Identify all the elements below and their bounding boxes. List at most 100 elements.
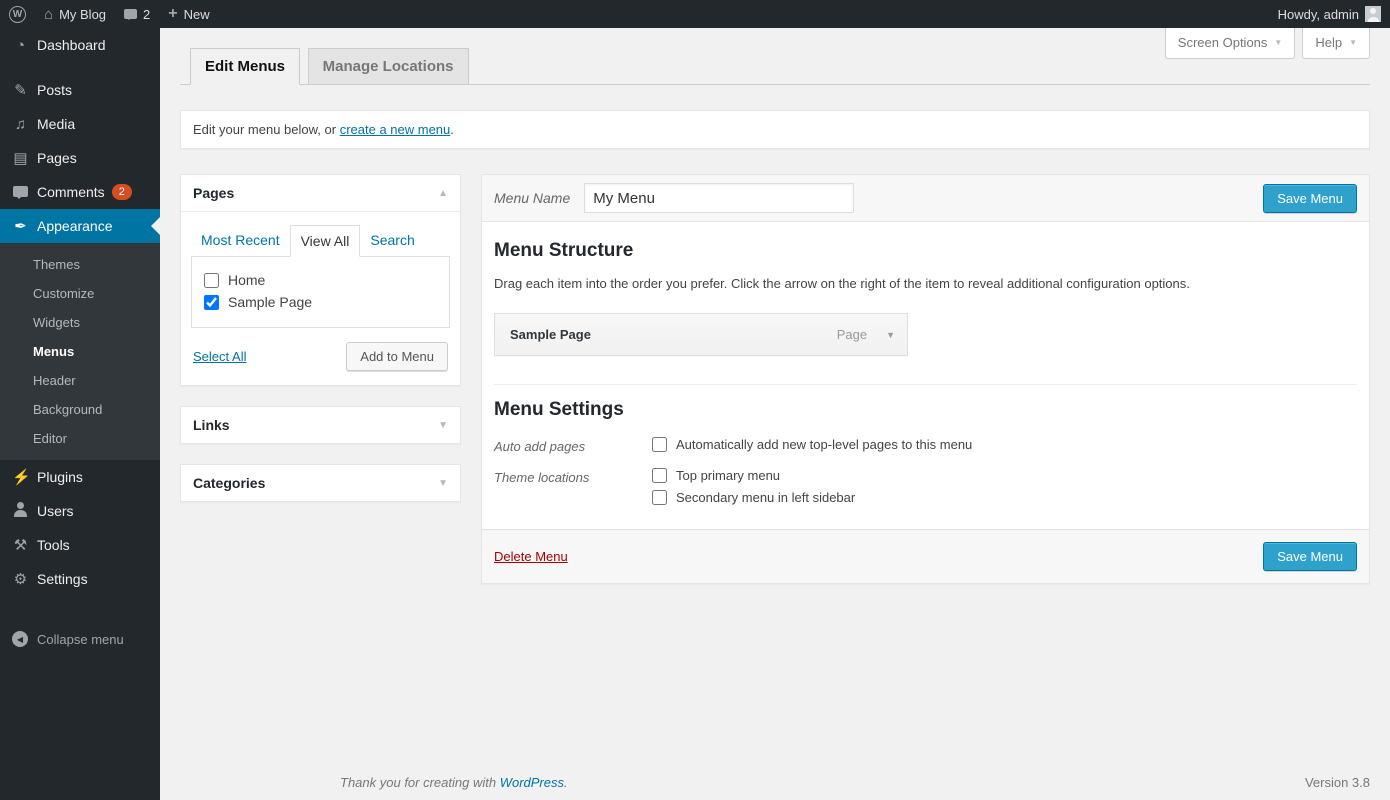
new-label: New [183,6,210,22]
submenu-item-editor[interactable]: Editor [0,424,160,453]
location-top-primary-option[interactable]: Top primary menu [652,468,855,483]
my-account-button[interactable]: Howdy, admin [1269,0,1390,28]
sidebar-item-label: Dashboard [37,37,106,53]
tab-edit-menus[interactable]: Edit Menus [190,48,301,85]
sidebar-item-label: Posts [37,82,73,98]
sliders-icon: ⚙ [13,570,28,588]
sidebar-item-tools[interactable]: ⚒ Tools [0,528,160,562]
paintbrush-icon: ✒ [14,217,27,235]
links-panel-header[interactable]: Links ▼ [181,407,460,443]
categories-panel-header[interactable]: Categories ▼ [181,465,460,501]
menus-page: Edit Menus Manage Locations Edit your me… [160,28,1390,704]
submenu-item-header[interactable]: Header [0,366,160,395]
menu-name-bar: Menu Name Save Menu [482,175,1369,222]
page-checkbox-home[interactable] [204,272,219,288]
stacked-pages-icon: ▤ [13,149,28,167]
theme-locations-label: Theme locations [494,470,590,485]
help-label: Help [1315,35,1343,50]
auto-add-pages-option[interactable]: Automatically add new top-level pages to… [652,437,972,452]
submenu-item-menus[interactable]: Menus [0,337,160,366]
collapse-menu-button[interactable]: ◀ Collapse menu [0,622,160,656]
screen-meta-links: Screen Options ▼ Help ▼ [1164,28,1370,59]
menu-structure-help: Drag each item into the order you prefer… [494,276,1190,291]
comment-count: 2 [143,6,151,22]
create-new-menu-link[interactable]: create a new menu [340,122,451,137]
sidebar-item-posts[interactable]: ✎ Posts [0,73,160,107]
collapse-up-arrow-icon[interactable]: ▲ [438,188,448,199]
categories-panel-title: Categories [193,475,266,491]
new-content-button[interactable]: + New [159,0,218,28]
page-checkbox-row[interactable]: Home [204,269,449,291]
tab-manage-locations[interactable]: Manage Locations [307,48,469,84]
footer-thanks: Thank you for creating with WordPress. [340,775,568,790]
menu-structure-title: Menu Structure [494,240,634,261]
save-menu-button-top[interactable]: Save Menu [1263,183,1357,213]
links-panel-title: Links [193,417,230,433]
sidebar-item-label: Media [37,116,76,132]
sidebar-item-label: Settings [37,571,88,587]
wrench-icon: ⚒ [13,536,28,554]
pages-panel-header[interactable]: Pages ▲ [181,175,460,212]
delete-menu-link[interactable]: Delete Menu [494,549,568,564]
menu-item-expand-arrow-icon[interactable]: ▼ [886,330,895,340]
footer-thanks-period: . [564,775,568,790]
expand-down-arrow-icon[interactable]: ▼ [438,420,448,431]
save-menu-button-bottom[interactable]: Save Menu [1263,542,1357,571]
wordpress-link[interactable]: WordPress [500,775,564,790]
user-avatar [1365,6,1381,22]
comment-bubble-icon [124,9,138,20]
location-top-primary-checkbox[interactable] [652,468,667,483]
plus-icon: + [168,5,178,22]
page-checkbox-sample-page[interactable] [204,294,219,310]
tab-search[interactable]: Search [360,225,424,257]
pages-panel: Pages ▲ Most Recent View All Search Home… [180,174,461,386]
sidebar-item-pages[interactable]: ▤ Pages [0,141,160,175]
pushpin-icon: ✎ [14,81,27,99]
visit-site-link[interactable]: ⌂ My Blog [35,0,115,28]
tab-view-all[interactable]: View All [289,225,361,257]
pages-checklist: Home Sample Page [191,256,450,328]
sidebar-item-media[interactable]: ♫ Media [0,107,160,141]
plug-icon: ⚡ [12,468,31,486]
comment-bubble-icon [12,185,29,200]
menu-name-input[interactable] [584,183,855,213]
page-checkbox-row[interactable]: Sample Page [204,291,449,313]
person-icon [12,502,29,520]
sidebar-item-comments[interactable]: Comments 2 [0,175,160,209]
sidebar-item-settings[interactable]: ⚙ Settings [0,562,160,596]
sidebar-item-label: Tools [37,537,70,553]
menu-editor-column: Menu Name Save Menu Menu Structure Drag … [481,174,1370,584]
screen-options-button[interactable]: Screen Options ▼ [1164,28,1296,59]
select-all-link[interactable]: Select All [193,349,246,364]
submenu-item-widgets[interactable]: Widgets [0,308,160,337]
sidebar-item-users[interactable]: Users [0,494,160,528]
sidebar-item-label: Plugins [37,469,83,485]
submenu-item-background[interactable]: Background [0,395,160,424]
sidebar-item-dashboard[interactable]: ◔ Dashboard [0,28,160,62]
links-panel: Links ▼ [180,406,461,444]
pages-panel-title: Pages [193,185,235,201]
auto-add-pages-row: Auto add pages Automatically add new top… [494,437,1357,454]
sidebar-separator [0,62,160,73]
media-music-note-icon: ♫ [14,115,27,133]
submenu-item-customize[interactable]: Customize [0,279,160,308]
help-button[interactable]: Help ▼ [1302,28,1370,59]
sidebar-item-plugins[interactable]: ⚡ Plugins [0,460,160,494]
submenu-item-themes[interactable]: Themes [0,250,160,279]
chevron-down-icon: ▼ [1349,38,1357,47]
auto-add-pages-checkbox[interactable] [652,437,667,452]
sidebar-item-appearance[interactable]: ✒ Appearance [0,209,160,243]
dashboard-gauge-icon: ◔ [15,36,26,54]
expand-down-arrow-icon[interactable]: ▼ [438,478,448,489]
page-checkbox-label: Sample Page [228,294,313,310]
admin-bar-comments-link[interactable]: 2 [115,0,159,28]
add-to-menu-button[interactable]: Add to Menu [346,342,448,371]
menu-item-sample-page[interactable]: Sample Page Page ▼ [494,313,908,356]
location-secondary-checkbox[interactable] [652,490,667,505]
wordpress-menu-button[interactable]: W [0,0,35,28]
content-area: Screen Options ▼ Help ▼ Edit Menus Manag… [160,0,1390,800]
tab-most-recent[interactable]: Most Recent [191,225,290,257]
menu-settings-title: Menu Settings [494,399,624,420]
location-secondary-option[interactable]: Secondary menu in left sidebar [652,490,855,505]
auto-add-pages-label: Auto add pages [494,439,586,454]
